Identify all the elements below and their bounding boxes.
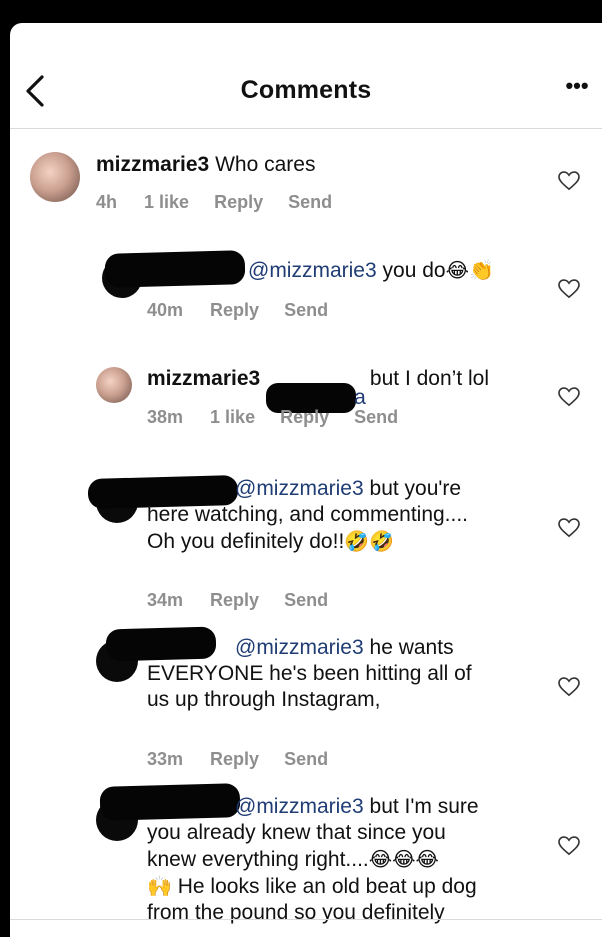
comment-text: mizzmarie3 a but I don’t lol bbox=[147, 366, 490, 413]
comment-body: you do bbox=[382, 259, 446, 282]
comment-body-line2: you already knew that since you bbox=[147, 821, 446, 844]
comment-meta: 40m Reply Send bbox=[147, 300, 348, 321]
comment-meta: 38m 1 like Reply Send bbox=[147, 407, 418, 428]
likes-count[interactable]: 1 like bbox=[210, 407, 255, 427]
comment-body-line3: Oh you definitely do!! bbox=[147, 530, 345, 553]
more-options-icon[interactable]: ••• bbox=[562, 75, 592, 101]
heart-icon[interactable] bbox=[558, 518, 580, 538]
emoji: 😂👏 bbox=[445, 258, 494, 282]
comment-meta: 33m Reply Send bbox=[147, 749, 348, 770]
timestamp: 33m bbox=[147, 749, 184, 769]
send-button[interactable]: Send bbox=[288, 192, 332, 212]
comment-meta: 4h 1 like Reply Send bbox=[96, 192, 352, 213]
comment-body-line1: he wants bbox=[369, 636, 454, 659]
page-title: Comments bbox=[240, 76, 372, 104]
comment-body-line1: but I'm sure bbox=[369, 795, 479, 818]
comments-screen: Comments ••• mizzmarie3 Who cares 4h 1 l… bbox=[10, 23, 602, 937]
emoji: 😂😂😂 bbox=[368, 847, 439, 871]
send-button[interactable]: Send bbox=[284, 749, 328, 769]
comment-meta: 34m Reply Send bbox=[147, 590, 348, 611]
mention-link[interactable]: @mizzmarie3 bbox=[248, 259, 377, 282]
send-button[interactable]: Send bbox=[284, 590, 328, 610]
comment-body-line5: from the pound so you definitely bbox=[147, 901, 445, 924]
comment-text: @mizzmarie3 he wants EVERYONE he's been … bbox=[147, 635, 472, 713]
avatar[interactable] bbox=[30, 152, 80, 202]
timestamp: 38m bbox=[147, 407, 184, 427]
comment-text: @mizzmarie3 but you're here watching, an… bbox=[147, 476, 468, 555]
heart-icon[interactable] bbox=[558, 677, 580, 697]
bottom-divider bbox=[10, 919, 602, 920]
timestamp: 34m bbox=[147, 590, 184, 610]
reply-button[interactable]: Reply bbox=[280, 407, 329, 427]
emoji: 🤣🤣 bbox=[344, 529, 395, 553]
mention-link[interactable]: @mizzmarie3 bbox=[235, 795, 364, 818]
mention-link[interactable]: @mizzmarie3 bbox=[235, 477, 364, 500]
heart-icon[interactable] bbox=[558, 171, 580, 191]
timestamp: 40m bbox=[147, 300, 184, 320]
heart-icon[interactable] bbox=[558, 836, 580, 856]
comment-body-line3: us up through Instagram, bbox=[147, 688, 381, 711]
comment-body-line3: knew everything right.... bbox=[147, 848, 369, 871]
comment-body-line4: He looks like an old beat up dog bbox=[177, 875, 477, 898]
comment-body: Who cares bbox=[215, 153, 316, 176]
reply-button[interactable]: Reply bbox=[214, 192, 263, 212]
comment-text: @mizzmarie3 but I'm sure you already kne… bbox=[147, 794, 479, 926]
mention-link[interactable]: @mizzmarie3 bbox=[235, 636, 364, 659]
timestamp: 4h bbox=[96, 192, 118, 212]
redacted-username bbox=[104, 250, 246, 288]
reply-button[interactable]: Reply bbox=[210, 749, 259, 769]
avatar[interactable] bbox=[96, 367, 132, 403]
reply-button[interactable]: Reply bbox=[210, 590, 259, 610]
header: Comments ••• bbox=[10, 23, 602, 129]
username[interactable]: mizzmarie3 bbox=[96, 153, 209, 176]
comment-text: @mizzmarie3 you do😂👏 bbox=[248, 257, 494, 284]
comment-body: but I don’t lol bbox=[369, 367, 490, 390]
username[interactable]: mizzmarie3 bbox=[147, 367, 260, 390]
comment-body-line2: EVERYONE he's been hitting all of bbox=[147, 662, 472, 685]
comment-text: mizzmarie3 Who cares bbox=[96, 152, 315, 178]
heart-icon[interactable] bbox=[558, 387, 580, 407]
send-button[interactable]: Send bbox=[354, 407, 398, 427]
reply-button[interactable]: Reply bbox=[210, 300, 259, 320]
comment-body-line2: here watching, and commenting.... bbox=[147, 503, 469, 526]
heart-icon[interactable] bbox=[558, 279, 580, 299]
emoji: 🙌 bbox=[147, 874, 172, 898]
likes-count[interactable]: 1 like bbox=[144, 192, 189, 212]
send-button[interactable]: Send bbox=[284, 300, 328, 320]
comment-body-line1: but you're bbox=[369, 477, 462, 500]
